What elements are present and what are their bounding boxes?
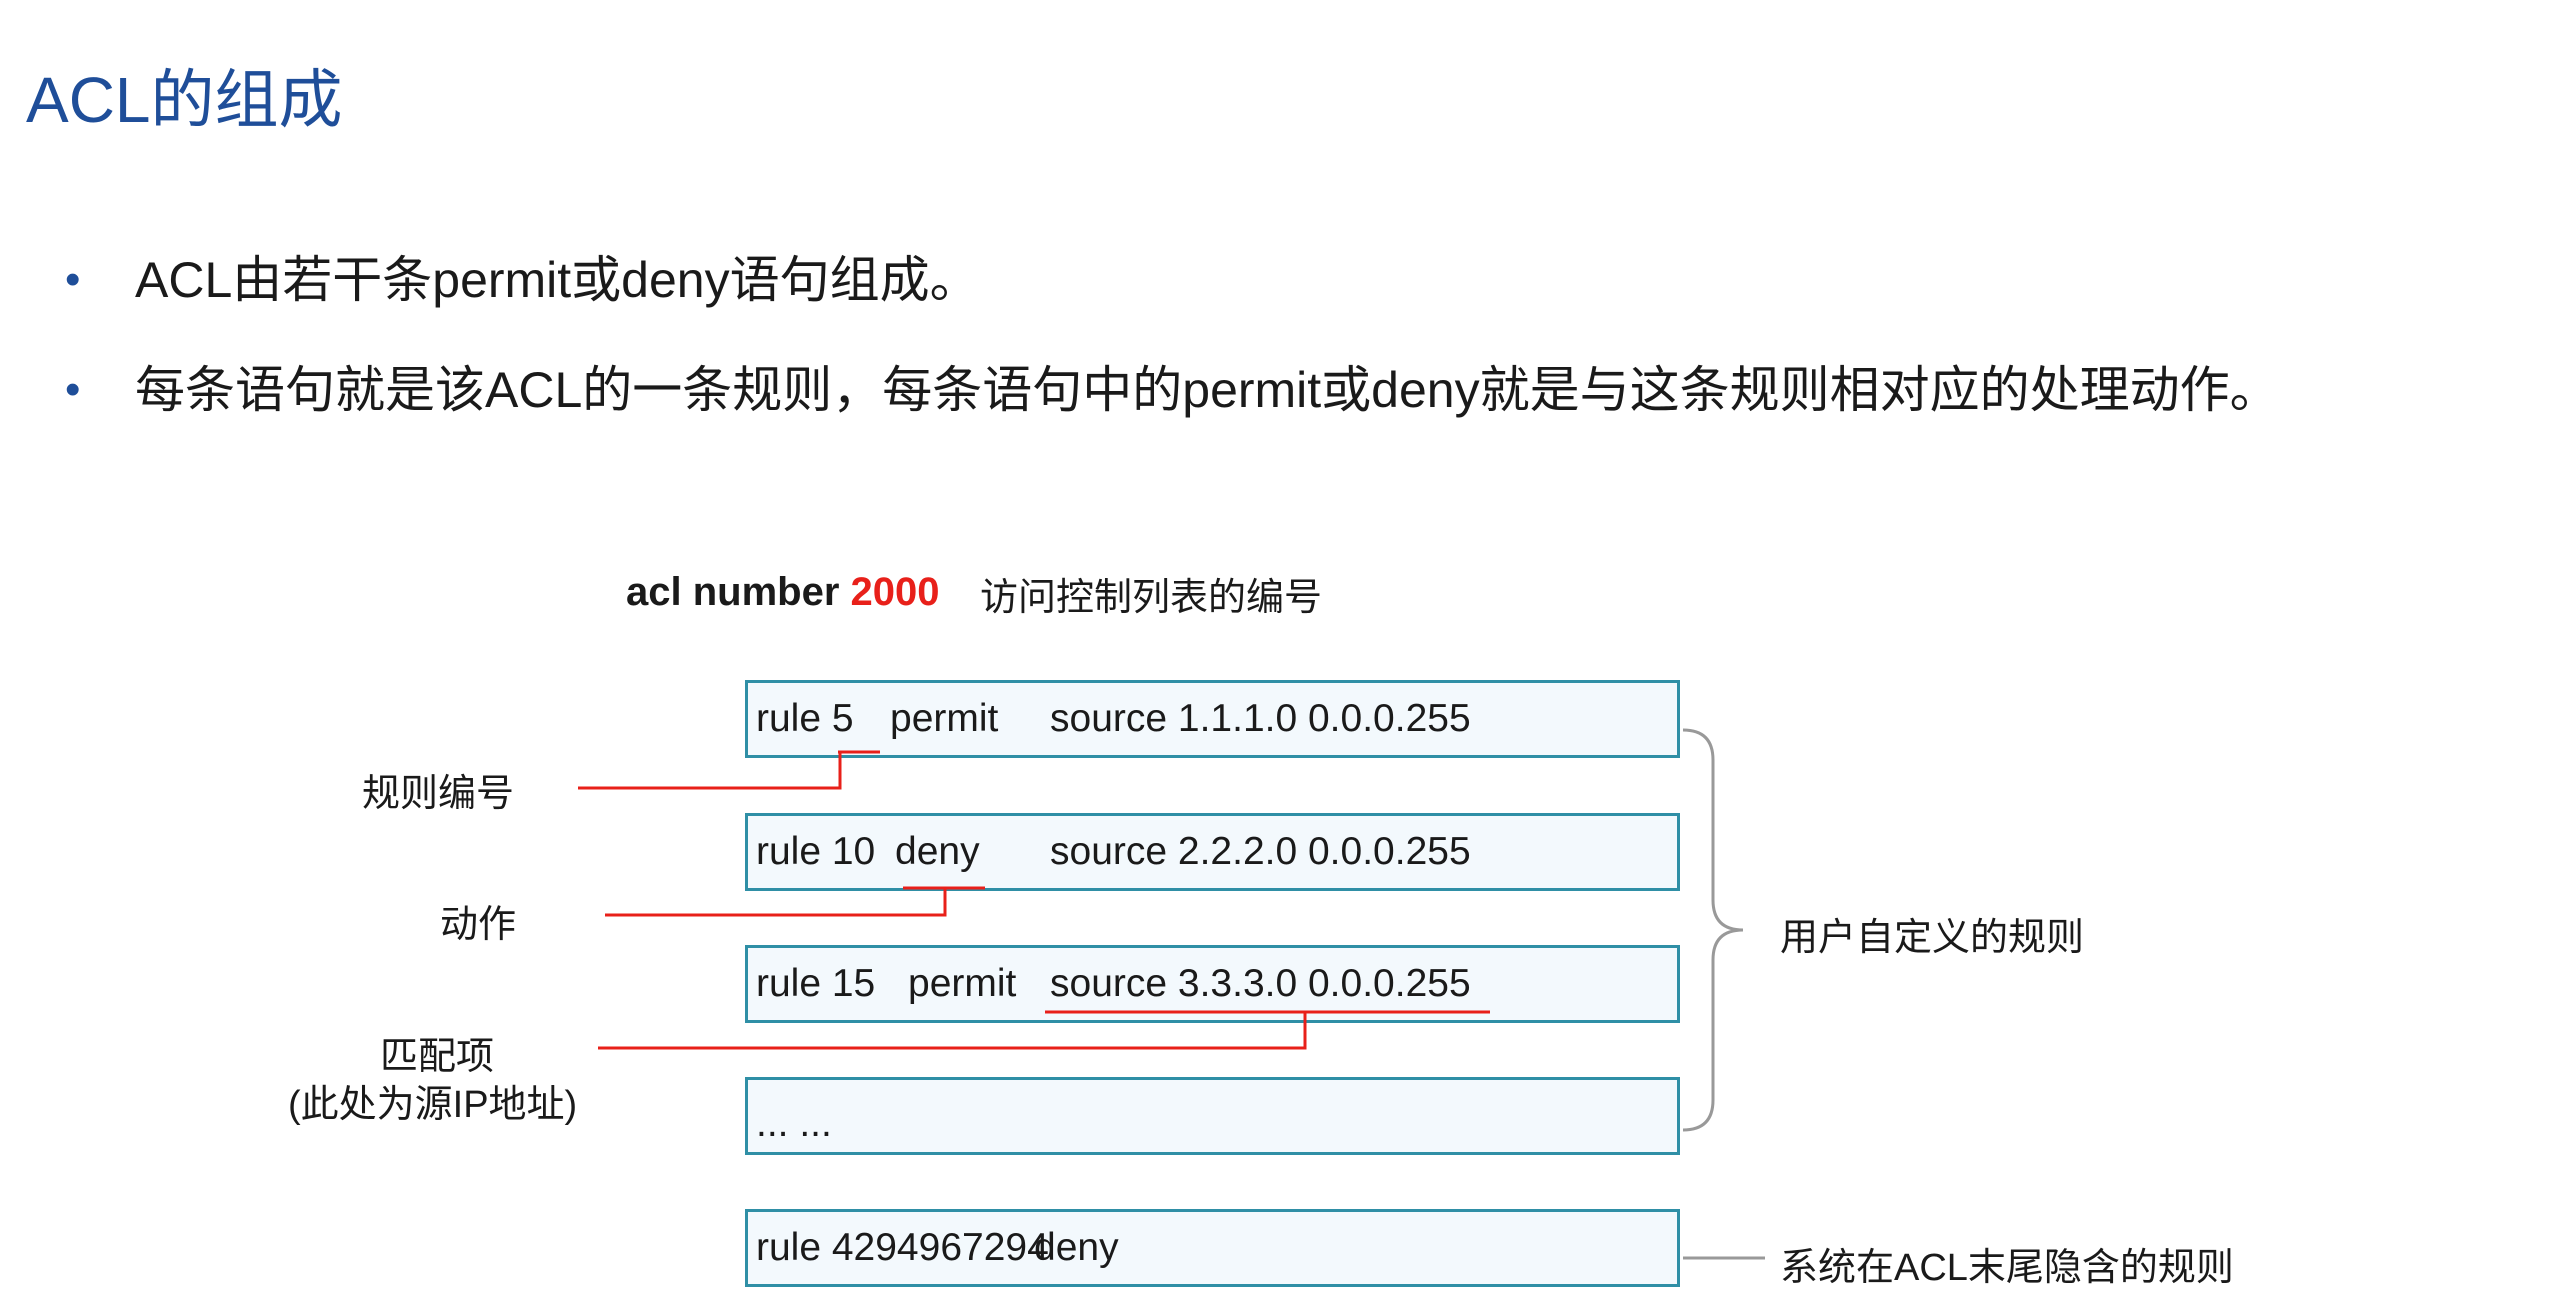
rule-number-connector (578, 752, 842, 790)
action-connector (605, 888, 947, 917)
user-defined-brace (1682, 728, 1744, 1132)
match-connector (598, 1012, 1307, 1050)
connector-lines (578, 728, 1765, 1260)
acl-diagram: acl number 2000 访问控制列表的编号 rule 5 permit … (0, 0, 2556, 1300)
